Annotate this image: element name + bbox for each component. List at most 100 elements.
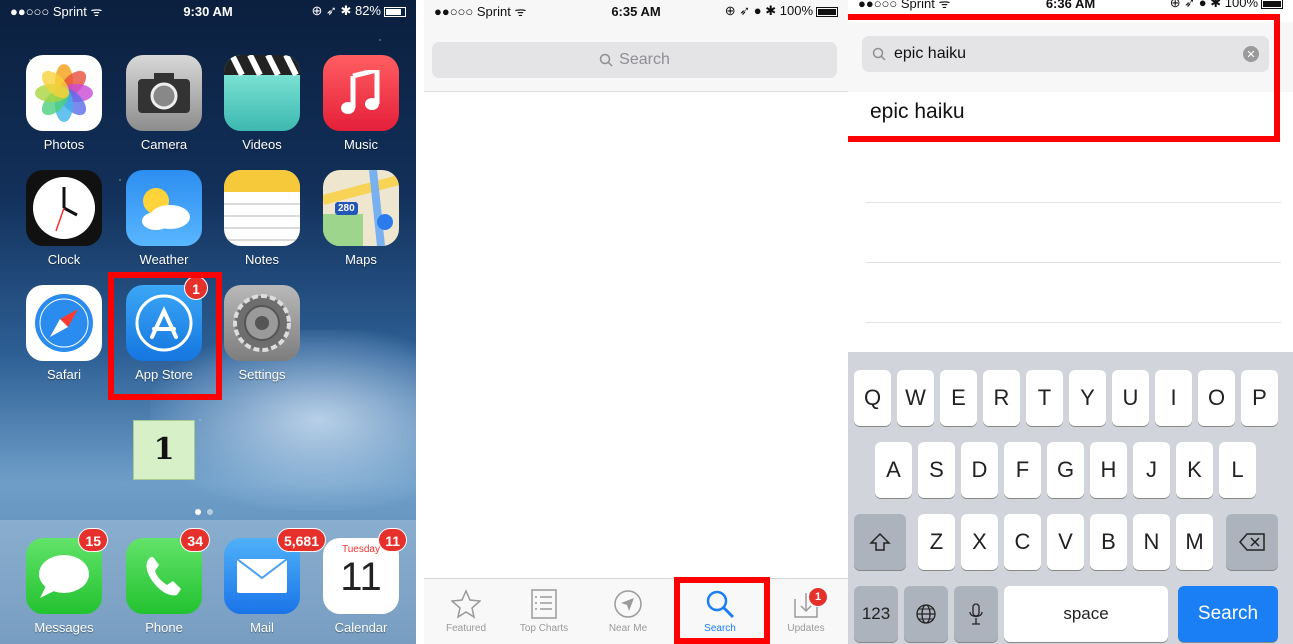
key-a[interactable]: A [875,442,912,498]
notification-badge: 34 [180,528,210,552]
key-q[interactable]: Q [854,370,891,426]
key-t[interactable]: T [1026,370,1063,426]
app-safari[interactable]: Safari [24,285,104,382]
key-c[interactable]: C [1004,514,1041,570]
weather-icon [126,170,202,246]
key-n[interactable]: N [1133,514,1170,570]
clock-time: 9:30 AM [183,3,233,19]
tab-featured[interactable]: Featured [424,579,508,644]
key-l[interactable]: L [1219,442,1256,498]
videos-icon [224,55,300,131]
search-input[interactable]: Search [432,42,837,78]
tab-label: Featured [445,623,487,634]
page-indicator [195,502,219,520]
key-f[interactable]: F [1004,442,1041,498]
app-messages[interactable]: Messages 15 [24,528,108,635]
key-b[interactable]: B [1090,514,1127,570]
calendar-date: 11 [340,555,382,599]
tab-bar: Featured Top Charts Near Me Search Updat… [424,578,848,644]
key-k[interactable]: K [1176,442,1213,498]
status-icons: ⊕ ➶ ● ✱ 100% [724,3,814,18]
notes-icon [224,170,300,246]
app-store-highlight [108,272,222,400]
app-store-search-panel: ●●○○○ Sprint ᯤ 6:35 AM ⊕ ➶ ● ✱ 100% Sear… [424,0,848,644]
app-label: Camera [140,137,188,152]
key-i[interactable]: I [1155,370,1192,426]
key-y[interactable]: Y [1069,370,1106,426]
carrier-label: ●●○○○ Sprint ᯤ [434,4,527,19]
home-screen-panel: ●●○○○ Sprint ᯤ 9:30 AM ⊕ ➶ ✱ 82% Photos … [0,0,416,644]
search-placeholder: Search [619,51,670,68]
dock: Messages 15 Phone 34 Mail 5,681 Tuesday [0,520,416,644]
app-settings[interactable]: Settings [222,285,302,382]
key-x[interactable]: X [961,514,998,570]
key-u[interactable]: U [1112,370,1149,426]
app-music[interactable]: Music [321,55,401,152]
key-g[interactable]: G [1047,442,1084,498]
photos-icon [26,55,102,131]
step-number-label: 1 [133,420,195,480]
app-mail[interactable]: Mail 5,681 [222,528,326,635]
app-weather[interactable]: Weather [124,170,204,267]
microphone-icon [969,603,983,625]
star-icon [451,589,481,619]
space-key[interactable]: space [1004,586,1168,642]
key-z[interactable]: Z [918,514,955,570]
carrier-label: ●●○○○ Sprint ᯤ [858,0,951,11]
backspace-icon [1239,533,1265,551]
camera-icon [126,55,202,131]
app-calendar[interactable]: Tuesday 11 Calendar 11 [321,528,407,635]
tab-top-charts[interactable]: Top Charts [502,579,586,644]
app-label: Music [344,137,378,152]
search-icon [599,53,613,67]
app-phone[interactable]: Phone 34 [124,528,210,635]
dictation-key[interactable] [954,586,998,642]
clock-time: 6:36 AM [1045,0,1096,11]
highway-shield: 280 [335,202,358,215]
backspace-key[interactable] [1226,514,1278,570]
notification-badge: 15 [78,528,108,552]
carrier-label: ●●○○○ Sprint ᯤ [10,4,103,19]
key-h[interactable]: H [1090,442,1127,498]
app-clock[interactable]: Clock [24,170,104,267]
key-w[interactable]: W [897,370,934,426]
app-notes[interactable]: Notes [222,170,302,267]
key-v[interactable]: V [1047,514,1084,570]
key-r[interactable]: R [983,370,1020,426]
app-videos[interactable]: Videos [222,55,302,152]
app-label: Phone [145,620,183,635]
app-label: Videos [242,137,282,152]
tab-near-me[interactable]: Near Me [586,579,670,644]
app-label: Mail [250,620,274,635]
app-label: Notes [245,252,279,267]
safari-icon [26,285,102,361]
music-icon [323,55,399,131]
notification-badge: 5,681 [276,528,326,552]
numbers-key[interactable]: 123 [854,586,898,642]
key-d[interactable]: D [961,442,998,498]
app-photos[interactable]: Photos [24,55,104,152]
key-p[interactable]: P [1241,370,1278,426]
app-camera[interactable]: Camera [124,55,204,152]
app-label: Messages [34,620,94,635]
status-bar: ●●○○○ Sprint ᯤ 6:36 AM ⊕ ➶ ● ✱ 100% [848,0,1293,12]
battery-icon [816,6,839,17]
app-maps[interactable]: 280 Maps [321,170,401,267]
key-m[interactable]: M [1176,514,1213,570]
tab-updates[interactable]: Updates 1 [764,579,848,644]
search-key[interactable]: Search [1178,586,1278,642]
key-e[interactable]: E [940,370,977,426]
shift-icon [869,532,891,551]
location-arrow-icon [614,590,642,618]
key-j[interactable]: J [1133,442,1170,498]
key-o[interactable]: O [1198,370,1235,426]
tutorial-collage: ●●○○○ Sprint ᯤ 9:30 AM ⊕ ➶ ✱ 82% Photos … [0,0,1293,644]
search-keyboard-panel: ●●○○○ Sprint ᯤ 6:36 AM ⊕ ➶ ● ✱ 100% epic… [848,0,1293,644]
tab-label: Top Charts [519,623,569,634]
globe-key[interactable] [904,586,948,642]
battery-icon [1261,0,1284,9]
shift-key[interactable] [854,514,906,570]
search-tab-highlight [674,577,770,644]
status-icons: ⊕ ➶ ● ✱ 100% [1169,0,1259,10]
key-s[interactable]: S [918,442,955,498]
